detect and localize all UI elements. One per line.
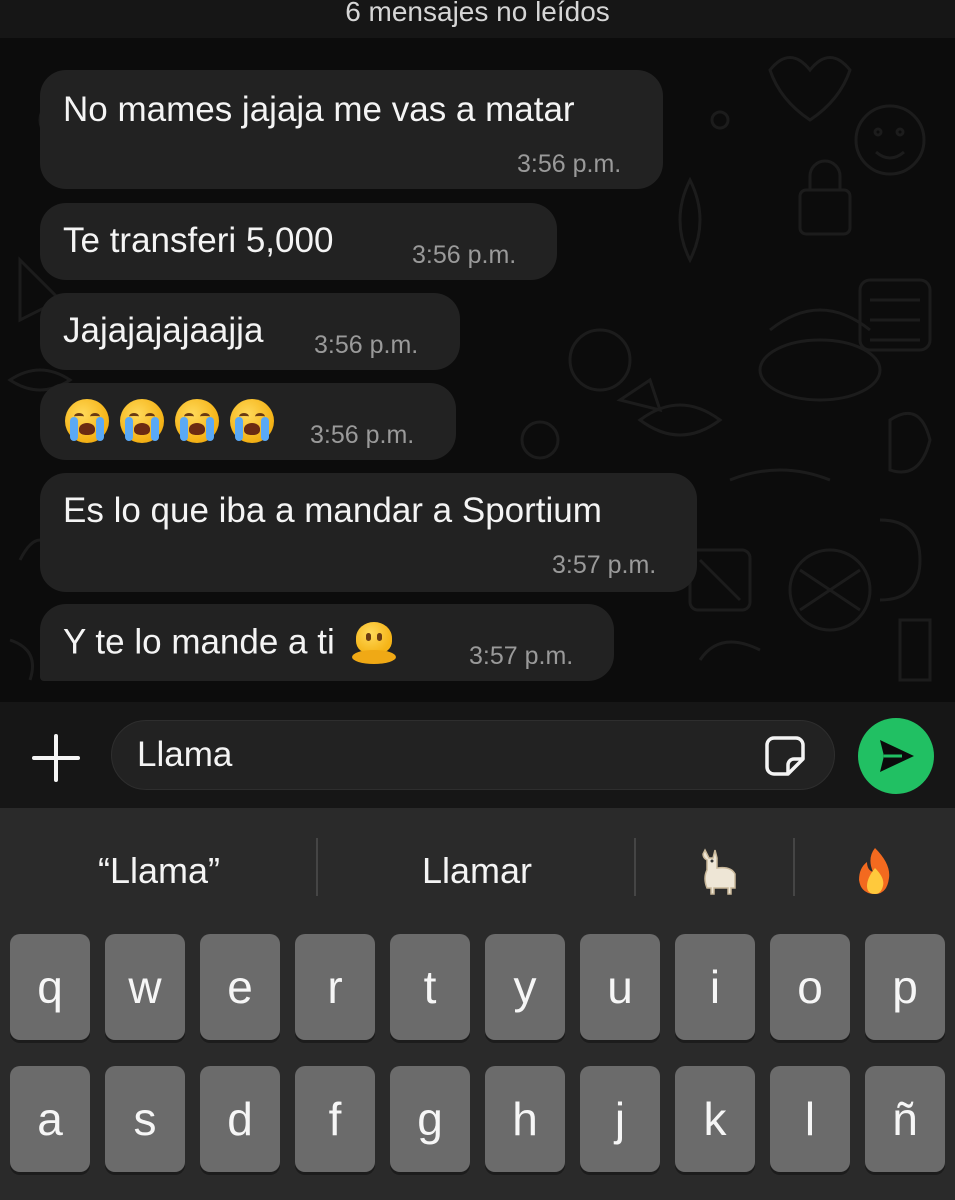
- key-j[interactable]: j: [580, 1066, 660, 1172]
- sticker-button[interactable]: [764, 735, 806, 777]
- send-icon: [880, 740, 914, 772]
- message-time: 3:57 p.m.: [469, 642, 574, 670]
- key-p[interactable]: p: [865, 934, 945, 1040]
- plus-icon: [32, 734, 80, 782]
- suggestion-quoted[interactable]: “Llama”: [0, 846, 318, 896]
- attach-button[interactable]: [28, 730, 84, 786]
- key-r[interactable]: r: [295, 934, 375, 1040]
- suggestion-llamar[interactable]: Llamar: [318, 846, 636, 896]
- key-k[interactable]: k: [675, 1066, 755, 1172]
- key-o[interactable]: o: [770, 934, 850, 1040]
- key-l[interactable]: l: [770, 1066, 850, 1172]
- melting-face-icon: [352, 622, 397, 666]
- key-u[interactable]: u: [580, 934, 660, 1040]
- key-a[interactable]: a: [10, 1066, 90, 1172]
- message-bubble[interactable]: Es lo que iba a mandar a Sportium 3:57 p…: [40, 473, 697, 592]
- send-button[interactable]: [858, 718, 934, 794]
- sticker-icon: [765, 736, 805, 776]
- message-text: No mames jajaja me vas a matar: [63, 90, 575, 129]
- key-d[interactable]: d: [200, 1066, 280, 1172]
- key-n-tilde[interactable]: ñ: [865, 1066, 945, 1172]
- fire-icon: [858, 848, 889, 894]
- message-input-value: Llama: [137, 735, 233, 774]
- key-i[interactable]: i: [675, 934, 755, 1040]
- message-bubble[interactable]: Y te lo mande a ti 3:57 p.m.: [40, 604, 614, 681]
- message-bubble[interactable]: 3:56 p.m.: [40, 383, 456, 460]
- message-bubble[interactable]: Jajajajajaajja 3:56 p.m.: [40, 293, 460, 370]
- key-e[interactable]: e: [200, 934, 280, 1040]
- unread-messages-banner: 6 mensajes no leídos: [0, 0, 955, 38]
- chat-area[interactable]: 6 mensajes no leídos No mames jajaja me …: [0, 0, 955, 702]
- loudly-crying-face-icon: [120, 399, 164, 443]
- message-time: 3:57 p.m.: [552, 551, 657, 579]
- message-bubble[interactable]: Te transferi 5,000 3:56 p.m.: [40, 203, 557, 280]
- message-time: 3:56 p.m.: [517, 150, 622, 178]
- keyboard: “Llama” Llamar q w e r t y u i o p a s d…: [0, 808, 955, 1200]
- message-bubble[interactable]: No mames jajaja me vas a matar 3:56 p.m.: [40, 70, 663, 189]
- emoji-message: [65, 399, 285, 443]
- key-h[interactable]: h: [485, 1066, 565, 1172]
- key-f[interactable]: f: [295, 1066, 375, 1172]
- loudly-crying-face-icon: [230, 399, 274, 443]
- key-y[interactable]: y: [485, 934, 565, 1040]
- key-t[interactable]: t: [390, 934, 470, 1040]
- message-time: 3:56 p.m.: [412, 241, 517, 269]
- message-text-content: Y te lo mande a ti: [63, 622, 335, 662]
- message-text: Jajajajajaajja: [63, 311, 264, 350]
- unread-banner-text: 6 mensajes no leídos: [345, 0, 610, 27]
- key-q[interactable]: q: [10, 934, 90, 1040]
- suggestion-fire-emoji[interactable]: [795, 846, 954, 896]
- suggestion-llama-emoji[interactable]: [636, 846, 795, 896]
- llama-icon: [701, 848, 736, 895]
- loudly-crying-face-icon: [175, 399, 219, 443]
- message-text: Te transferi 5,000: [63, 221, 334, 260]
- suggestion-bar: “Llama” Llamar: [0, 808, 955, 928]
- message-text: Y te lo mande a ti: [63, 622, 397, 666]
- key-w[interactable]: w: [105, 934, 185, 1040]
- message-text: Es lo que iba a mandar a Sportium: [63, 491, 602, 530]
- message-time: 3:56 p.m.: [310, 421, 415, 449]
- key-g[interactable]: g: [390, 1066, 470, 1172]
- message-input[interactable]: Llama: [111, 720, 835, 790]
- message-time: 3:56 p.m.: [314, 331, 419, 359]
- loudly-crying-face-icon: [65, 399, 109, 443]
- key-s[interactable]: s: [105, 1066, 185, 1172]
